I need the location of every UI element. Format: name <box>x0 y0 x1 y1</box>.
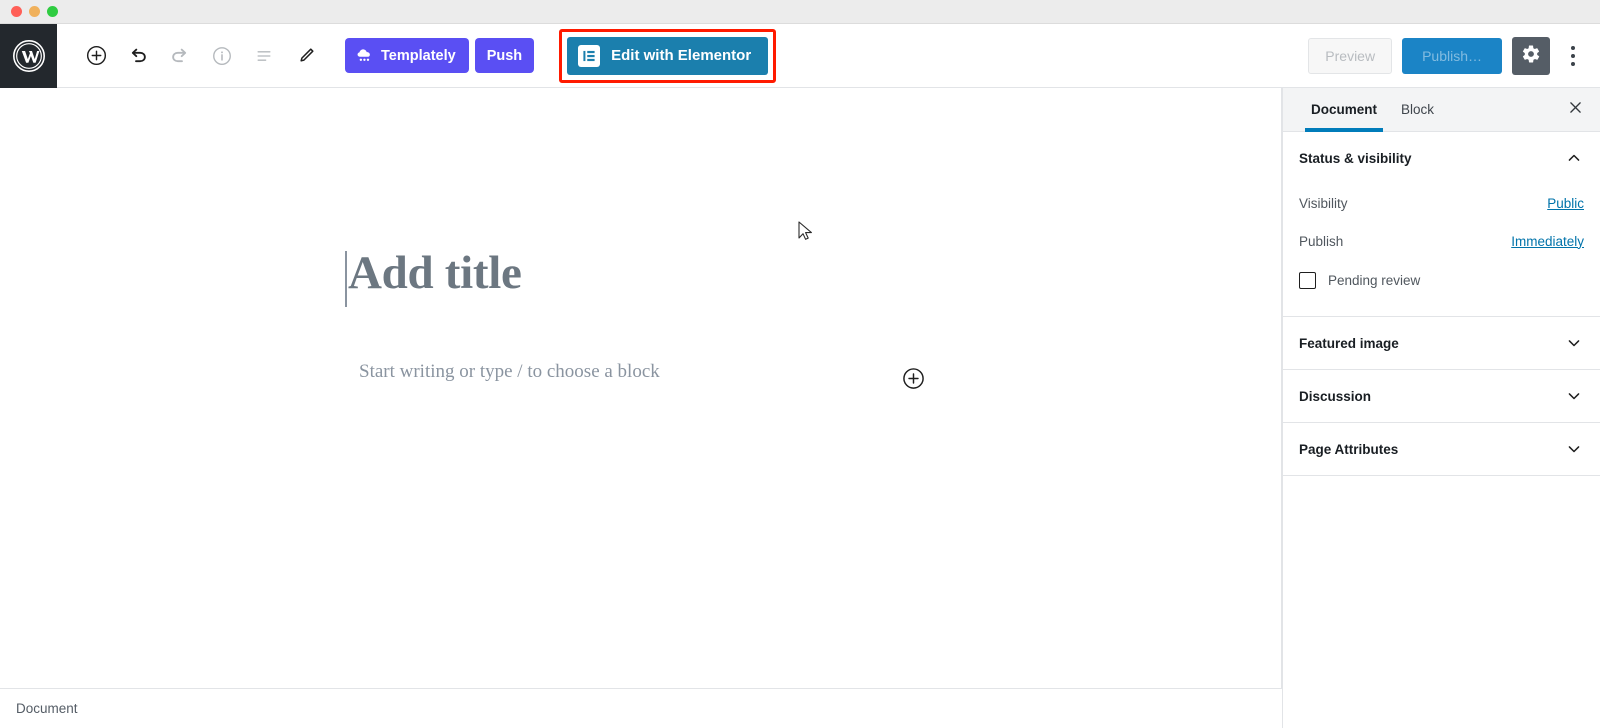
sidebar-tabs: Document Block <box>1283 88 1600 132</box>
panel-page-attributes-header[interactable]: Page Attributes <box>1283 423 1600 475</box>
panel-featured-image: Featured image <box>1283 317 1600 370</box>
publish-value-button[interactable]: Immediately <box>1511 234 1584 249</box>
close-icon <box>1567 99 1584 121</box>
push-label: Push <box>486 47 523 64</box>
editor-footer-breadcrumb: Document <box>0 688 1282 728</box>
edit-with-elementor-button[interactable]: Edit with Elementor <box>567 36 769 75</box>
app-window: Templately Push Edit with Elementor Prev… <box>0 0 1600 728</box>
chevron-up-icon <box>1564 148 1584 168</box>
info-icon[interactable] <box>201 35 243 77</box>
wordpress-logo[interactable] <box>0 23 57 88</box>
post-title-placeholder: Add title <box>348 247 522 299</box>
publish-button[interactable]: Publish… <box>1402 37 1502 74</box>
settings-gear-button[interactable] <box>1512 36 1550 75</box>
visibility-label: Visibility <box>1299 195 1348 211</box>
panel-discussion-title: Discussion <box>1299 388 1372 404</box>
minimize-window-button[interactable] <box>29 6 40 17</box>
elementor-label: Edit with Elementor <box>611 47 752 64</box>
window-chrome <box>0 0 1600 24</box>
settings-sidebar: Document Block Status & visibility Visib… <box>1282 88 1600 728</box>
post-title-field[interactable]: Add title <box>345 247 522 307</box>
more-options-button[interactable] <box>1560 37 1586 75</box>
panel-status-visibility-body: Visibility Public Publish Immediately Pe… <box>1283 184 1600 316</box>
header-tool-icons <box>57 35 327 77</box>
tab-block[interactable]: Block <box>1389 88 1446 132</box>
preview-button[interactable]: Preview <box>1308 37 1393 74</box>
row-visibility: Visibility Public <box>1299 184 1584 222</box>
row-pending-review: Pending review <box>1299 260 1584 300</box>
kebab-dot-icon <box>1571 61 1575 66</box>
panel-page-attributes: Page Attributes <box>1283 423 1600 476</box>
tab-document-label: Document <box>1311 102 1378 117</box>
tab-document[interactable]: Document <box>1299 88 1389 132</box>
templately-button[interactable]: Templately <box>345 38 469 73</box>
undo-icon[interactable] <box>117 35 159 77</box>
panel-page-attributes-title: Page Attributes <box>1299 441 1399 457</box>
redo-icon[interactable] <box>159 35 201 77</box>
preview-label: Preview <box>1325 47 1376 64</box>
panel-status-visibility-title: Status & visibility <box>1299 150 1412 166</box>
editor-header: Templately Push Edit with Elementor Prev… <box>0 23 1600 88</box>
panel-discussion: Discussion <box>1283 370 1600 423</box>
row-publish: Publish Immediately <box>1299 222 1584 260</box>
panel-featured-image-header[interactable]: Featured image <box>1283 317 1600 369</box>
kebab-dot-icon <box>1571 45 1575 50</box>
header-right-actions: Preview Publish… <box>1308 36 1600 75</box>
panel-discussion-header[interactable]: Discussion <box>1283 370 1600 422</box>
pending-review-label[interactable]: Pending review <box>1328 273 1420 288</box>
pending-review-checkbox[interactable] <box>1299 271 1316 289</box>
kebab-dot-icon <box>1571 53 1575 58</box>
panel-featured-image-title: Featured image <box>1299 335 1399 351</box>
gear-icon <box>1521 44 1541 67</box>
close-window-button[interactable] <box>11 6 22 17</box>
close-sidebar-button[interactable] <box>1562 97 1588 123</box>
publish-label: Publish <box>1299 233 1344 249</box>
paragraph-block-placeholder[interactable]: Start writing or type / to choose a bloc… <box>359 361 959 383</box>
mouse-cursor <box>798 221 814 241</box>
panel-status-visibility: Status & visibility Visibility Public Pu… <box>1283 132 1600 317</box>
templately-cloud-icon <box>355 46 374 65</box>
push-button[interactable]: Push <box>474 38 535 73</box>
pencil-icon[interactable] <box>285 35 327 77</box>
chevron-down-icon <box>1564 333 1584 353</box>
chevron-down-icon <box>1564 439 1584 459</box>
elementor-icon <box>578 44 601 67</box>
add-block-icon[interactable] <box>75 35 117 77</box>
block-inserter-icon[interactable] <box>901 366 926 391</box>
tab-block-label: Block <box>1401 102 1435 117</box>
breadcrumb-document[interactable]: Document <box>16 701 78 716</box>
editor-canvas[interactable]: Add title Start writing or type / to cho… <box>0 88 1282 688</box>
panel-status-visibility-header[interactable]: Status & visibility <box>1283 132 1600 184</box>
list-view-icon[interactable] <box>243 35 285 77</box>
maximize-window-button[interactable] <box>47 6 58 17</box>
publish-label: Publish… <box>1422 47 1482 64</box>
elementor-highlight-box: Edit with Elementor <box>559 28 777 83</box>
visibility-value-button[interactable]: Public <box>1547 196 1584 211</box>
plugin-buttons: Templately Push <box>345 38 535 73</box>
chevron-down-icon <box>1564 386 1584 406</box>
templately-label: Templately <box>381 47 456 64</box>
